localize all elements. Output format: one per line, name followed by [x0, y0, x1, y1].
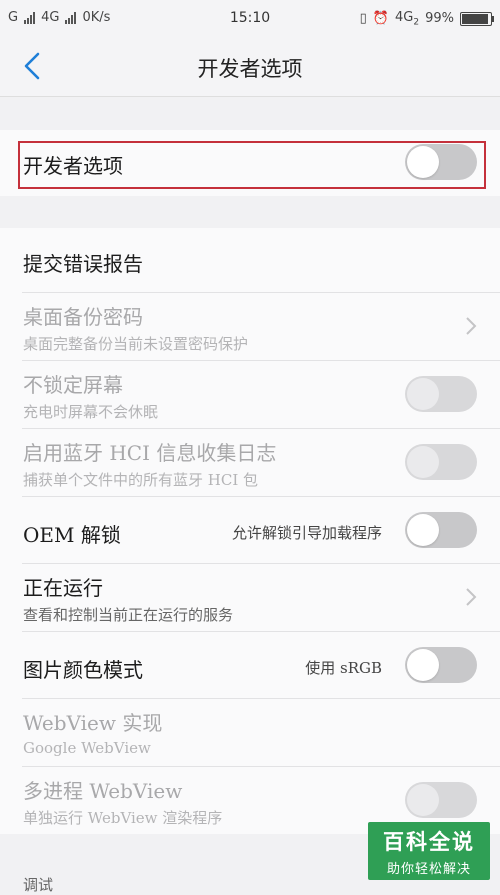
- oem-unlock-value: 允许解锁引导加载程序: [231, 524, 382, 542]
- webview-impl-row[interactable]: WebView 实现 Google WebView: [0, 699, 500, 766]
- page-title: 开发者选项: [197, 57, 303, 81]
- webview-impl-value: Google WebView: [23, 739, 151, 757]
- bug-report-label: 提交错误报告: [23, 252, 143, 276]
- webview-impl-label: WebView 实现: [23, 711, 163, 735]
- oem-unlock-toggle[interactable]: [405, 512, 477, 548]
- debug-section-header: 调试: [23, 876, 54, 894]
- running-services-row[interactable]: 正在运行 查看和控制当前正在运行的服务: [0, 564, 500, 631]
- bt-hci-log-toggle[interactable]: [405, 444, 477, 480]
- status-bar: G 4G 0K/s 15:10 ▯ ⏰ 4G2 99%: [0, 0, 500, 36]
- watermark-logo: 百科全说 助你轻松解决: [368, 822, 490, 880]
- multiprocess-webview-toggle[interactable]: [405, 782, 477, 818]
- color-mode-label: 图片颜色模式: [23, 658, 143, 682]
- battery-icon: [460, 11, 494, 26]
- alarm-icon: ⏰: [372, 11, 389, 27]
- color-mode-value: 使用 sRGB: [305, 659, 382, 677]
- settings-list: 提交错误报告 桌面备份密码 桌面完整备份当前未设置密码保护 不锁定屏幕 充电时屏…: [0, 228, 500, 834]
- running-services-desc: 查看和控制当前正在运行的服务: [23, 606, 234, 624]
- running-services-label: 正在运行: [23, 576, 103, 600]
- stay-awake-toggle[interactable]: [405, 376, 477, 412]
- watermark-subtitle: 助你轻松解决: [386, 862, 471, 877]
- stay-awake-label: 不锁定屏幕: [23, 373, 123, 397]
- bt-hci-log-desc: 捕获单个文件中的所有蓝牙 HCI 包: [23, 471, 259, 489]
- oem-unlock-row[interactable]: OEM 解锁 允许解锁引导加载程序: [0, 497, 500, 563]
- chevron-right-icon: [466, 588, 477, 606]
- backup-password-row[interactable]: 桌面备份密码 桌面完整备份当前未设置密码保护: [0, 293, 500, 360]
- bug-report-row[interactable]: 提交错误报告: [0, 228, 500, 292]
- chevron-right-icon: [466, 317, 477, 335]
- highlight-annotation: [18, 141, 486, 189]
- battery-percent: 99%: [425, 11, 454, 27]
- network-type-sub: 2: [413, 17, 420, 28]
- stay-awake-row[interactable]: 不锁定屏幕 充电时屏幕不会休眠: [0, 361, 500, 428]
- bt-hci-log-label: 启用蓝牙 HCI 信息收集日志: [23, 441, 277, 465]
- watermark-title: 百科全说: [383, 830, 475, 854]
- color-mode-toggle[interactable]: [405, 647, 477, 683]
- stay-awake-desc: 充电时屏幕不会休眠: [23, 403, 159, 421]
- status-right: ▯ ⏰ 4G2 99%: [359, 10, 494, 28]
- oem-unlock-label: OEM 解锁: [23, 523, 121, 547]
- network-type: 4G2: [395, 10, 419, 28]
- bt-hci-log-row[interactable]: 启用蓝牙 HCI 信息收集日志 捕获单个文件中的所有蓝牙 HCI 包: [0, 429, 500, 496]
- backup-password-label: 桌面备份密码: [23, 305, 143, 329]
- multiprocess-webview-desc: 单独运行 WebView 渲染程序: [23, 809, 223, 827]
- network-type-label: 4G: [395, 10, 414, 25]
- backup-password-desc: 桌面完整备份当前未设置密码保护: [23, 335, 249, 353]
- vibrate-icon: ▯: [359, 11, 367, 27]
- multiprocess-webview-label: 多进程 WebView: [23, 779, 183, 803]
- nav-bar: 开发者选项: [0, 36, 500, 97]
- color-mode-row[interactable]: 图片颜色模式 使用 sRGB: [0, 632, 500, 698]
